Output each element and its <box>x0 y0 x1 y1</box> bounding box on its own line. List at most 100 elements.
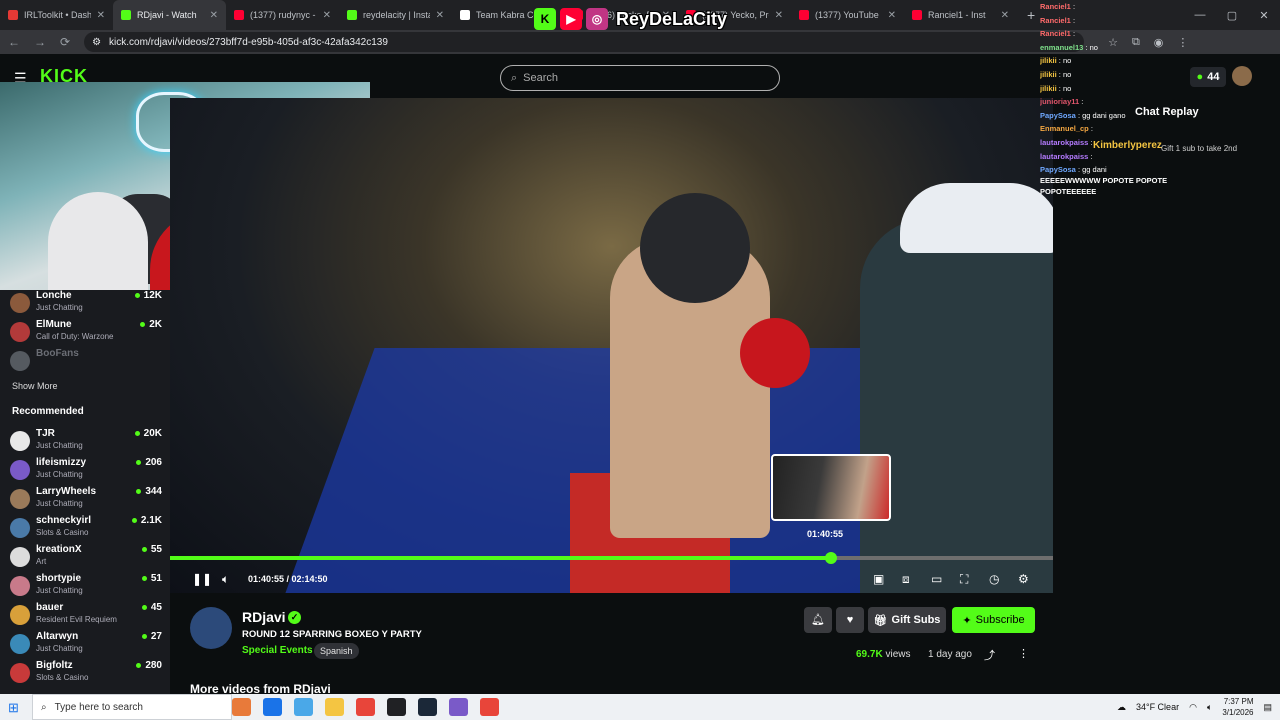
task-view-icon[interactable] <box>232 698 251 716</box>
kicks-balance-button[interactable]: ● 44 <box>1190 67 1226 87</box>
follow-heart-icon[interactable]: ♥ <box>836 607 864 633</box>
user-avatar[interactable] <box>1232 66 1252 86</box>
tab-close-icon[interactable]: ✕ <box>1001 10 1009 21</box>
tab-favicon-icon <box>121 10 131 20</box>
minimize-button[interactable]: — <box>1184 9 1216 21</box>
viewer-count: 27 <box>142 631 162 642</box>
chat-username[interactable]: Enmanuel_cp <box>1040 124 1089 133</box>
notification-bell-icon[interactable]: 🔔︎ <box>804 607 832 633</box>
browser-tab[interactable]: Ranciel1 - Inst ✕ <box>904 0 1017 30</box>
language-tag[interactable]: Spanish <box>314 643 359 659</box>
chat-username[interactable]: PapySosa <box>1040 111 1076 120</box>
chrome-active-icon[interactable] <box>480 698 499 716</box>
notifications-icon[interactable]: ▤ <box>1263 702 1272 713</box>
weather-text[interactable]: 34°F Clear <box>1136 702 1179 712</box>
sidebar-channel-row[interactable]: LarryWheels Just Chatting 344 <box>10 485 162 513</box>
pause-icon[interactable]: ❚❚ <box>192 572 212 586</box>
gift-subs-label: Gift Subs <box>891 614 941 626</box>
settings-gear-icon[interactable]: ⚙ <box>1018 572 1029 586</box>
browser-tab[interactable]: IRLToolkit • Dashb ✕ <box>0 0 113 30</box>
file-explorer-icon[interactable] <box>325 698 344 716</box>
progress-bar[interactable] <box>170 552 1053 564</box>
sidebar-channel-row[interactable]: schneckyirl Slots & Casino 2.1K <box>10 514 162 542</box>
windows-start-icon[interactable]: ⊞ <box>8 700 19 716</box>
channel-avatar <box>10 576 30 596</box>
chat-username[interactable]: jilikii <box>1040 70 1057 79</box>
photos-icon[interactable] <box>294 698 313 716</box>
sidebar-channel-row[interactable]: kreationX Art 55 <box>10 543 162 571</box>
forward-arrow-icon[interactable]: → <box>34 35 46 49</box>
obs-icon[interactable] <box>387 698 406 716</box>
sidebar-channel-row[interactable]: TJR Just Chatting 20K <box>10 427 162 455</box>
chat-username[interactable]: Ranciel1 <box>1040 2 1071 11</box>
pip-icon[interactable]: ▣ <box>873 572 884 586</box>
tab-close-icon[interactable]: ✕ <box>888 10 896 21</box>
tab-close-icon[interactable]: ✕ <box>775 10 783 21</box>
chrome-icon[interactable] <box>356 698 375 716</box>
channel-avatar[interactable] <box>190 607 232 649</box>
show-more-link[interactable]: Show More <box>12 381 58 391</box>
chat-message: Ranciel1 : <box>1040 14 1170 28</box>
gift-subs-button[interactable]: 🎁︎ Gift Subs <box>868 607 946 633</box>
sidebar-channel-row[interactable]: ElMune Call of Duty: Warzone 2K <box>10 318 162 346</box>
chat-username[interactable]: Ranciel1 <box>1040 29 1071 38</box>
edge-icon[interactable] <box>263 698 282 716</box>
subscribe-button[interactable]: ✦ Subscribe <box>952 607 1035 633</box>
fullscreen-icon[interactable]: ⛶ <box>960 572 968 587</box>
red-boxing-glove <box>740 318 810 388</box>
time-display: 01:40:55 / 02:14:50 <box>248 574 328 584</box>
back-arrow-icon[interactable]: ← <box>8 35 20 49</box>
chat-username[interactable]: lautarokpaiss <box>1040 138 1088 147</box>
clock[interactable]: 7:37 PM 3/1/2026 <box>1222 696 1253 718</box>
menu-dots-icon[interactable]: ⋮ <box>1177 36 1188 49</box>
chat-username[interactable]: enmanuel13 <box>1040 43 1083 52</box>
volume-icon[interactable]: 🔈︎ <box>222 572 229 587</box>
sidebar-channel-row[interactable]: Bigfoltz Slots & Casino 280 <box>10 659 162 687</box>
share-icon[interactable]: ⤴ <box>984 647 995 663</box>
reload-icon[interactable]: ⟳ <box>60 35 70 49</box>
chat-text: : <box>1081 97 1084 107</box>
close-window-button[interactable]: ✕ <box>1248 9 1280 22</box>
browser-tab[interactable]: reydelacity | Instag ✕ <box>339 0 452 30</box>
chat-username[interactable]: Ranciel1 <box>1040 16 1071 25</box>
steam-icon[interactable] <box>418 698 437 716</box>
maximize-button[interactable]: ▢ <box>1216 9 1248 22</box>
chat-username[interactable]: junioriay11 <box>1040 97 1079 106</box>
playback-speed-icon[interactable]: ◷ <box>989 572 999 586</box>
sidebar-channel-row[interactable]: Lonche Just Chatting 12K <box>10 289 162 317</box>
sidebar-channel-row[interactable]: shortypie Just Chatting 51 <box>10 572 162 600</box>
site-info-icon[interactable]: ⚙ <box>92 37 101 48</box>
sidebar-channel-row[interactable]: lifeismizzy Just Chatting 206 <box>10 456 162 484</box>
chat-message: junioriay11 : <box>1040 95 1170 109</box>
chat-username[interactable]: PapySosa <box>1040 165 1076 174</box>
channel-category: Just Chatting <box>36 303 83 312</box>
speaker-icon[interactable]: 🔈︎ <box>1207 702 1212 713</box>
search-input[interactable]: ⌕ Search <box>500 65 780 91</box>
tab-close-icon[interactable]: ✕ <box>210 10 218 21</box>
channel-info: RDjavi ✓ ROUND 12 SPARRING BOXEO Y PARTY… <box>170 595 1053 696</box>
browser-tab[interactable]: RDjavi - Watch ✕ <box>113 0 226 30</box>
app-icon[interactable] <box>449 698 468 716</box>
theater-mode-icon[interactable]: ▭ <box>931 572 942 586</box>
browser-tab[interactable]: (1377) YouTube ✕ <box>791 0 904 30</box>
clip-icon[interactable]: ⧈ <box>902 572 910 587</box>
channel-name[interactable]: RDjavi <box>242 609 286 625</box>
url-input[interactable]: ⚙ kick.com/rdjavi/videos/273bff7d-e95b-4… <box>84 32 1085 52</box>
chat-username[interactable]: lautarokpaiss <box>1040 152 1088 161</box>
tab-close-icon[interactable]: ✕ <box>323 10 331 21</box>
sidebar-channel-row[interactable]: Altarwyn Just Chatting 27 <box>10 630 162 658</box>
chat-username[interactable]: jilikii <box>1040 84 1057 93</box>
browser-tab[interactable]: (1377) rudynyc - Y ✕ <box>226 0 339 30</box>
taskbar-search-input[interactable]: ⌕ Type here to search <box>32 694 232 720</box>
tab-title: (1377) rudynyc - Y <box>250 10 317 20</box>
more-options-icon[interactable]: ⋮ <box>1018 647 1029 660</box>
sidebar-channel-row[interactable]: bauer Resident Evil Requiem 45 <box>10 601 162 629</box>
chat-username[interactable]: jilikii <box>1040 56 1057 65</box>
tab-close-icon[interactable]: ✕ <box>436 10 444 21</box>
category-link[interactable]: Special Events <box>242 645 313 656</box>
wifi-icon[interactable]: ◠ <box>1189 702 1197 713</box>
tab-close-icon[interactable]: ✕ <box>97 10 105 21</box>
sidebar-channel-row[interactable]: BooFans <box>10 347 162 375</box>
chat-text: : no <box>1058 69 1072 79</box>
video-player[interactable] <box>170 98 1053 593</box>
